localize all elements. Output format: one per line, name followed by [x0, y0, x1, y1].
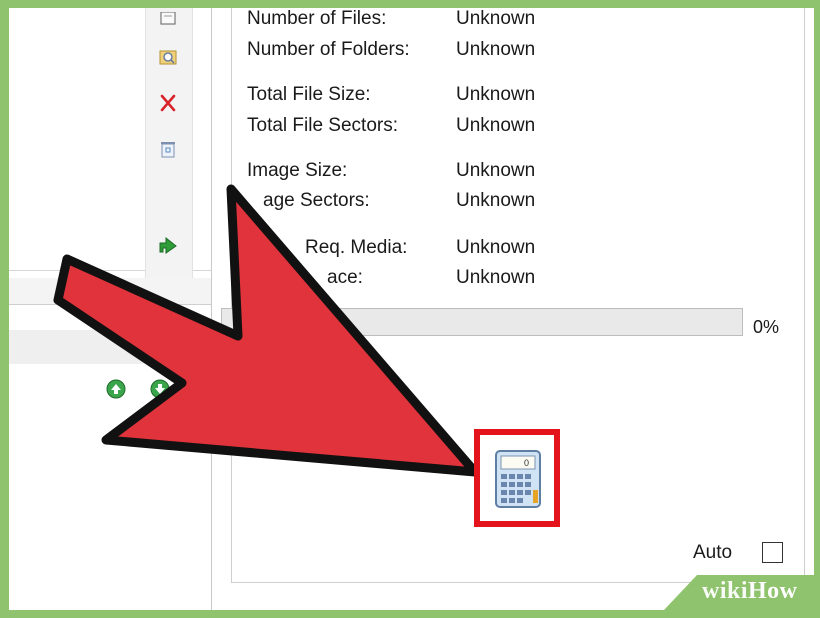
stat-value: Unknown — [456, 237, 536, 258]
auto-label: Auto — [693, 542, 733, 563]
progress-percent: 0% — [753, 317, 780, 337]
stat-label: ace: — [327, 267, 363, 288]
stat-label: Image Size: — [247, 160, 348, 181]
stat-value: Unknown — [456, 115, 536, 136]
app-window: Number of Files: Unknown Number of Folde… — [9, 8, 814, 610]
stat-value: Unknown — [456, 39, 536, 60]
vertical-toolbar — [145, 8, 193, 278]
svg-text:0: 0 — [524, 458, 529, 468]
stat-label: Number of Files: — [247, 8, 387, 29]
stat-label: Total File Size: — [247, 84, 371, 105]
left-toolbar-strip — [9, 278, 211, 304]
watermark-wiki: wiki — [702, 578, 749, 604]
stat-label: age Sectors: — [263, 190, 370, 211]
recycle-bin-icon[interactable] — [157, 138, 179, 160]
watermark-how: How — [748, 578, 798, 604]
stat-value: Unknown — [456, 84, 536, 105]
file-list[interactable] — [9, 364, 211, 610]
document-icon[interactable] — [157, 8, 179, 30]
wikihow-watermark: wikiHow — [664, 575, 814, 610]
calculate-button[interactable]: 0 — [474, 429, 560, 527]
image-frame: Number of Files: Unknown Number of Folde… — [0, 0, 820, 618]
move-up-icon[interactable] — [105, 378, 127, 400]
stat-label: Req. Media: — [305, 237, 408, 258]
stat-value: Unknown — [456, 160, 536, 181]
auto-checkbox[interactable] — [762, 542, 783, 563]
move-down-icon[interactable] — [149, 378, 171, 400]
stat-value: Unknown — [456, 190, 536, 211]
left-input-strip[interactable] — [9, 304, 211, 332]
green-arrow-icon[interactable] — [157, 234, 179, 256]
watermark-text: wikiHow — [702, 578, 798, 605]
progress-bar — [221, 308, 743, 336]
stat-label: Total File Sectors: — [247, 115, 398, 136]
stat-value: Unknown — [456, 8, 536, 29]
left-pane — [9, 8, 215, 610]
stat-label: Number of Folders: — [247, 39, 410, 60]
delete-x-icon[interactable] — [157, 92, 179, 114]
pane-splitter[interactable] — [211, 8, 212, 610]
search-folder-icon[interactable] — [157, 46, 179, 68]
left-header-strip — [9, 330, 211, 365]
calculator-icon: 0 — [494, 449, 542, 514]
stat-value: Unknown — [456, 267, 536, 288]
